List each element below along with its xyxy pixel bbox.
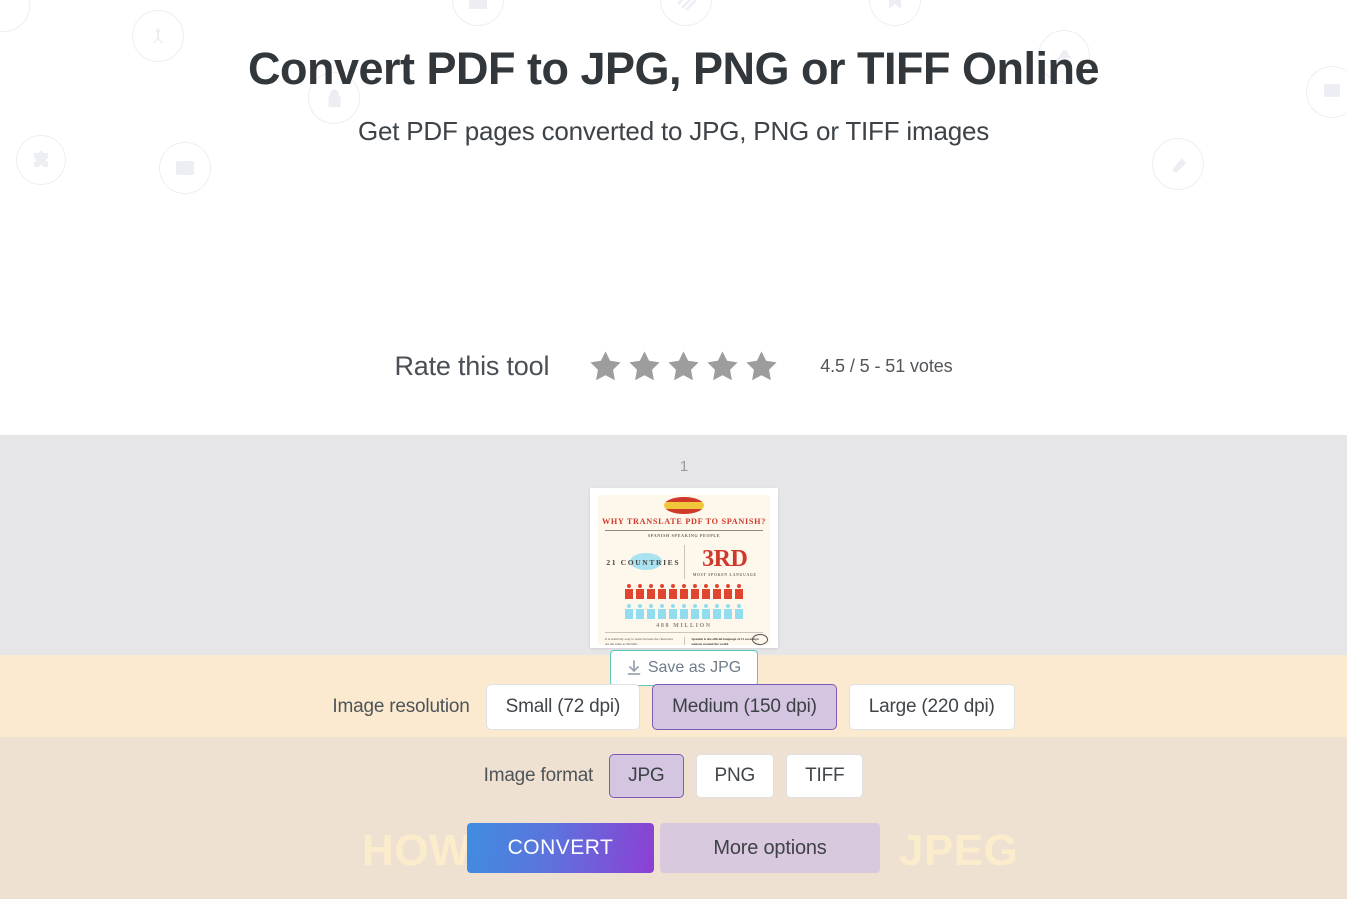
stat-rank-value: 3RD xyxy=(702,545,748,572)
person-icon xyxy=(724,584,733,599)
person-icon xyxy=(625,604,634,619)
person-icon xyxy=(702,584,711,599)
more-options-button[interactable]: More options xyxy=(660,823,880,873)
format-option-png[interactable]: PNG xyxy=(695,754,775,798)
person-icon xyxy=(636,584,645,599)
badge-icon xyxy=(752,634,768,645)
person-icon xyxy=(724,604,733,619)
person-icon xyxy=(702,604,711,619)
format-option-jpg[interactable]: JPG xyxy=(609,754,684,798)
person-icon xyxy=(658,604,667,619)
star-icon-4[interactable] xyxy=(704,348,741,385)
star-rating-widget[interactable] xyxy=(587,348,780,385)
infographic-subtitle: SPANISH SPEAKING PEOPLE xyxy=(647,533,721,539)
page-number-label: 1 xyxy=(679,458,689,475)
convert-button[interactable]: CONVERT xyxy=(467,823,654,873)
save-as-jpg-label: Save as JPG xyxy=(647,659,742,676)
save-as-jpg-button[interactable]: Save as JPG xyxy=(610,650,758,686)
infographic-footnotes: It is relatively easy to learn because t… xyxy=(598,634,770,645)
person-icon xyxy=(680,584,689,599)
resolution-option-large[interactable]: Large (220 dpi) xyxy=(848,684,1015,730)
stat-countries-value: 21 COUNTRIES xyxy=(606,557,681,567)
infographic-title: WHY TRANSLATE PDF TO SPANISH? xyxy=(601,517,767,526)
hero-section: Convert PDF to JPG, PNG or TIFF Online G… xyxy=(0,44,1347,147)
person-icon xyxy=(636,604,645,619)
image-resolution-label: Image resolution xyxy=(332,696,470,717)
stat-countries-block: 21 COUNTRIES xyxy=(603,545,685,580)
person-icon xyxy=(735,604,744,619)
download-arrow-icon xyxy=(627,660,641,676)
rating-summary: 4.5 / 5 - 51 votes xyxy=(820,356,953,376)
page-title: Convert PDF to JPG, PNG or TIFF Online xyxy=(247,43,1100,94)
person-icon xyxy=(647,584,656,599)
stat-million-value: 488 MILLION xyxy=(656,623,712,630)
infographic-stats-row: 21 COUNTRIES 3RD MOST SPOKEN LANGUAGE xyxy=(598,545,770,580)
person-icon xyxy=(691,604,700,619)
person-icon xyxy=(625,584,634,599)
infographic-content: WHY TRANSLATE PDF TO SPANISH? SPANISH SP… xyxy=(598,495,770,645)
format-option-tiff[interactable]: TIFF xyxy=(786,754,864,798)
spain-flag-icon xyxy=(664,497,704,514)
stat-rank-caption: MOST SPOKEN LANGUAGE xyxy=(692,572,757,577)
page-subtitle: Get PDF pages converted to JPG, PNG or T… xyxy=(357,115,990,146)
star-icon-2[interactable] xyxy=(626,348,663,385)
person-icon xyxy=(713,584,722,599)
person-icon xyxy=(713,604,722,619)
person-icon xyxy=(680,604,689,619)
action-buttons-row: CONVERT More options xyxy=(0,823,1347,873)
infographic-divider-2 xyxy=(605,632,763,634)
footnote-left: It is relatively easy to learn because t… xyxy=(605,637,673,645)
rate-this-tool-label: Rate this tool xyxy=(394,351,550,381)
person-icon xyxy=(658,584,667,599)
resolution-option-small[interactable]: Small (72 dpi) xyxy=(485,684,641,730)
people-row-blue xyxy=(598,604,770,619)
star-icon-5[interactable] xyxy=(743,348,780,385)
rating-section: Rate this tool 4.5 / 5 - 51 votes xyxy=(0,348,1347,385)
image-format-row: Image format JPG PNG TIFF xyxy=(0,753,1347,799)
page-root: Convert PDF to JPG, PNG or TIFF Online G… xyxy=(0,0,1347,899)
star-icon-1[interactable] xyxy=(587,348,624,385)
stat-rank-block: 3RD MOST SPOKEN LANGUAGE xyxy=(685,545,766,579)
person-icon xyxy=(691,584,700,599)
person-icon xyxy=(647,604,656,619)
person-icon xyxy=(669,584,678,599)
image-format-label: Image format xyxy=(483,765,594,786)
star-icon-3[interactable] xyxy=(665,348,702,385)
pdf-page-preview[interactable]: 1 WHY TRANSLATE PDF TO SPANISH? SPANISH … xyxy=(590,458,778,648)
resolution-option-medium[interactable]: Medium (150 dpi) xyxy=(652,684,837,730)
image-resolution-row: Image resolution Small (72 dpi) Medium (… xyxy=(0,683,1347,731)
person-icon xyxy=(669,604,678,619)
person-icon xyxy=(735,584,744,599)
infographic-divider xyxy=(605,530,763,532)
people-row-red xyxy=(598,584,770,599)
pdf-page-thumbnail[interactable]: WHY TRANSLATE PDF TO SPANISH? SPANISH SP… xyxy=(590,488,778,648)
